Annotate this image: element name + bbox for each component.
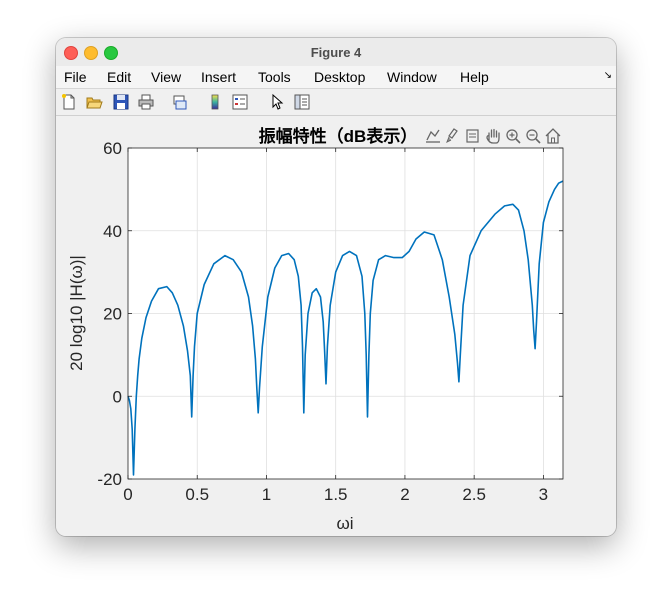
- home-icon[interactable]: [545, 128, 561, 144]
- y-tick-label: 40: [103, 222, 122, 241]
- menu-tools[interactable]: Tools: [258, 69, 291, 85]
- chart[interactable]: 0 0.5 1 1.5 2 2.5 3 -200204060 ωi 20 log10 |H(…: [56, 116, 616, 536]
- window-title: Figure 4: [310, 45, 362, 60]
- x-tick-label: 2.5: [462, 485, 486, 504]
- zoom-in-icon[interactable]: [506, 129, 521, 144]
- y-tick-label: 0: [113, 387, 122, 406]
- brush-icon[interactable]: [446, 128, 458, 144]
- legend-icon[interactable]: [231, 93, 249, 111]
- menu-view[interactable]: View: [151, 69, 181, 85]
- axes-toolbar: [426, 128, 561, 144]
- property-inspector-icon[interactable]: [293, 93, 311, 111]
- x-axis-label: ωi: [336, 514, 353, 533]
- colorbar-icon[interactable]: [206, 93, 224, 111]
- link-icon[interactable]: [171, 93, 189, 111]
- menu-bar: File Edit View Insert Tools Desktop Wind…: [56, 66, 616, 89]
- title-bar[interactable]: Figure 4: [56, 38, 616, 66]
- new-figure-icon[interactable]: [60, 93, 78, 111]
- y-tick-label: 60: [103, 139, 122, 158]
- x-tick-label: 0: [123, 485, 132, 504]
- data-tips-icon[interactable]: [466, 129, 479, 143]
- pointer-icon[interactable]: [268, 93, 286, 111]
- menu-edit[interactable]: Edit: [107, 69, 131, 85]
- arrow-down-right-icon[interactable]: ↘: [604, 70, 612, 81]
- y-tick-label: 20: [103, 305, 122, 324]
- export-icon[interactable]: [426, 129, 440, 143]
- menu-insert[interactable]: Insert: [201, 69, 236, 85]
- zoom-out-icon[interactable]: [526, 129, 541, 144]
- x-tick-label: 1.5: [324, 485, 348, 504]
- x-tick-label: 0.5: [185, 485, 209, 504]
- figure-toolbar: [56, 89, 616, 116]
- x-tick-label: 2: [400, 485, 409, 504]
- menu-file[interactable]: File: [64, 69, 87, 85]
- menu-help[interactable]: Help: [460, 69, 489, 85]
- y-axis-label: 20 log10 |H(ω)|: [67, 255, 86, 371]
- chart-title: 振幅特性（dB表示）: [259, 126, 418, 146]
- x-tick-label: 3: [539, 485, 548, 504]
- print-icon[interactable]: [137, 93, 155, 111]
- pan-icon[interactable]: [486, 128, 500, 144]
- save-icon[interactable]: [112, 93, 130, 111]
- menu-desktop[interactable]: Desktop: [314, 69, 365, 85]
- figure-canvas[interactable]: 0 0.5 1 1.5 2 2.5 3 -20 0 20 40 60 ωi 20 log10 |H(…: [56, 116, 616, 536]
- menu-window[interactable]: Window: [387, 69, 437, 85]
- y-tick-label: -20: [97, 470, 122, 489]
- open-file-icon[interactable]: [85, 93, 103, 111]
- x-tick-label: 1: [262, 485, 271, 504]
- figure-window: Figure 4 File Edit View Insert Tools Des…: [56, 38, 616, 536]
